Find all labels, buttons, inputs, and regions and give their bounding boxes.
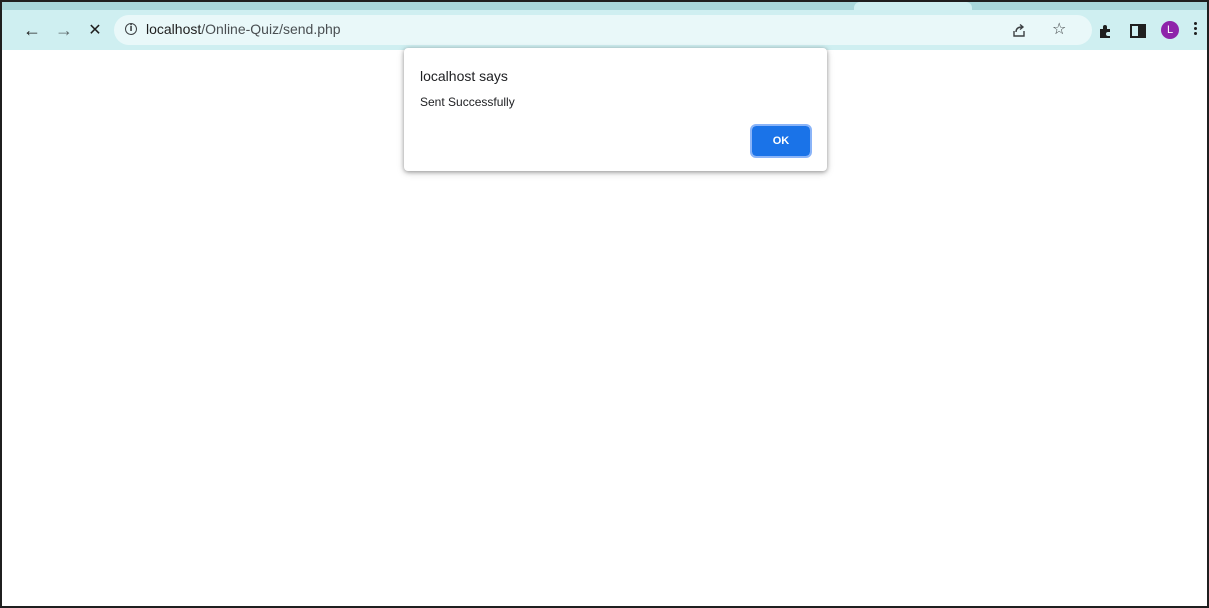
back-icon[interactable]: ← [20, 18, 44, 42]
stop-icon[interactable]: ✕ [83, 18, 107, 42]
dialog-title: localhost says [420, 68, 508, 84]
url-host: localhost [146, 21, 202, 37]
address-bar[interactable]: i localhost/Online-Quiz/send.php ☆ [114, 15, 1092, 45]
forward-icon[interactable]: → [52, 18, 76, 42]
side-panel-icon[interactable] [1129, 22, 1147, 40]
url-path: /Online-Quiz/send.php [201, 21, 341, 37]
url-text[interactable]: localhost/Online-Quiz/send.php [146, 21, 341, 37]
ok-button[interactable]: OK [750, 124, 812, 158]
extensions-icon[interactable] [1097, 22, 1115, 40]
dialog-message: Sent Successfully [420, 95, 515, 109]
browser-toolbar: ← → ✕ i localhost/Online-Quiz/send.php ☆… [2, 10, 1207, 50]
browser-window: ← → ✕ i localhost/Online-Quiz/send.php ☆… [0, 0, 1209, 608]
avatar[interactable]: L [1161, 21, 1179, 39]
alert-dialog: localhost says Sent Successfully OK [404, 48, 827, 171]
tab-strip [2, 2, 1207, 10]
active-tab[interactable] [854, 2, 972, 10]
info-icon[interactable]: i [125, 23, 137, 35]
star-icon[interactable]: ☆ [1052, 19, 1066, 38]
menu-icon[interactable] [1190, 20, 1200, 40]
share-icon[interactable] [1011, 22, 1027, 38]
